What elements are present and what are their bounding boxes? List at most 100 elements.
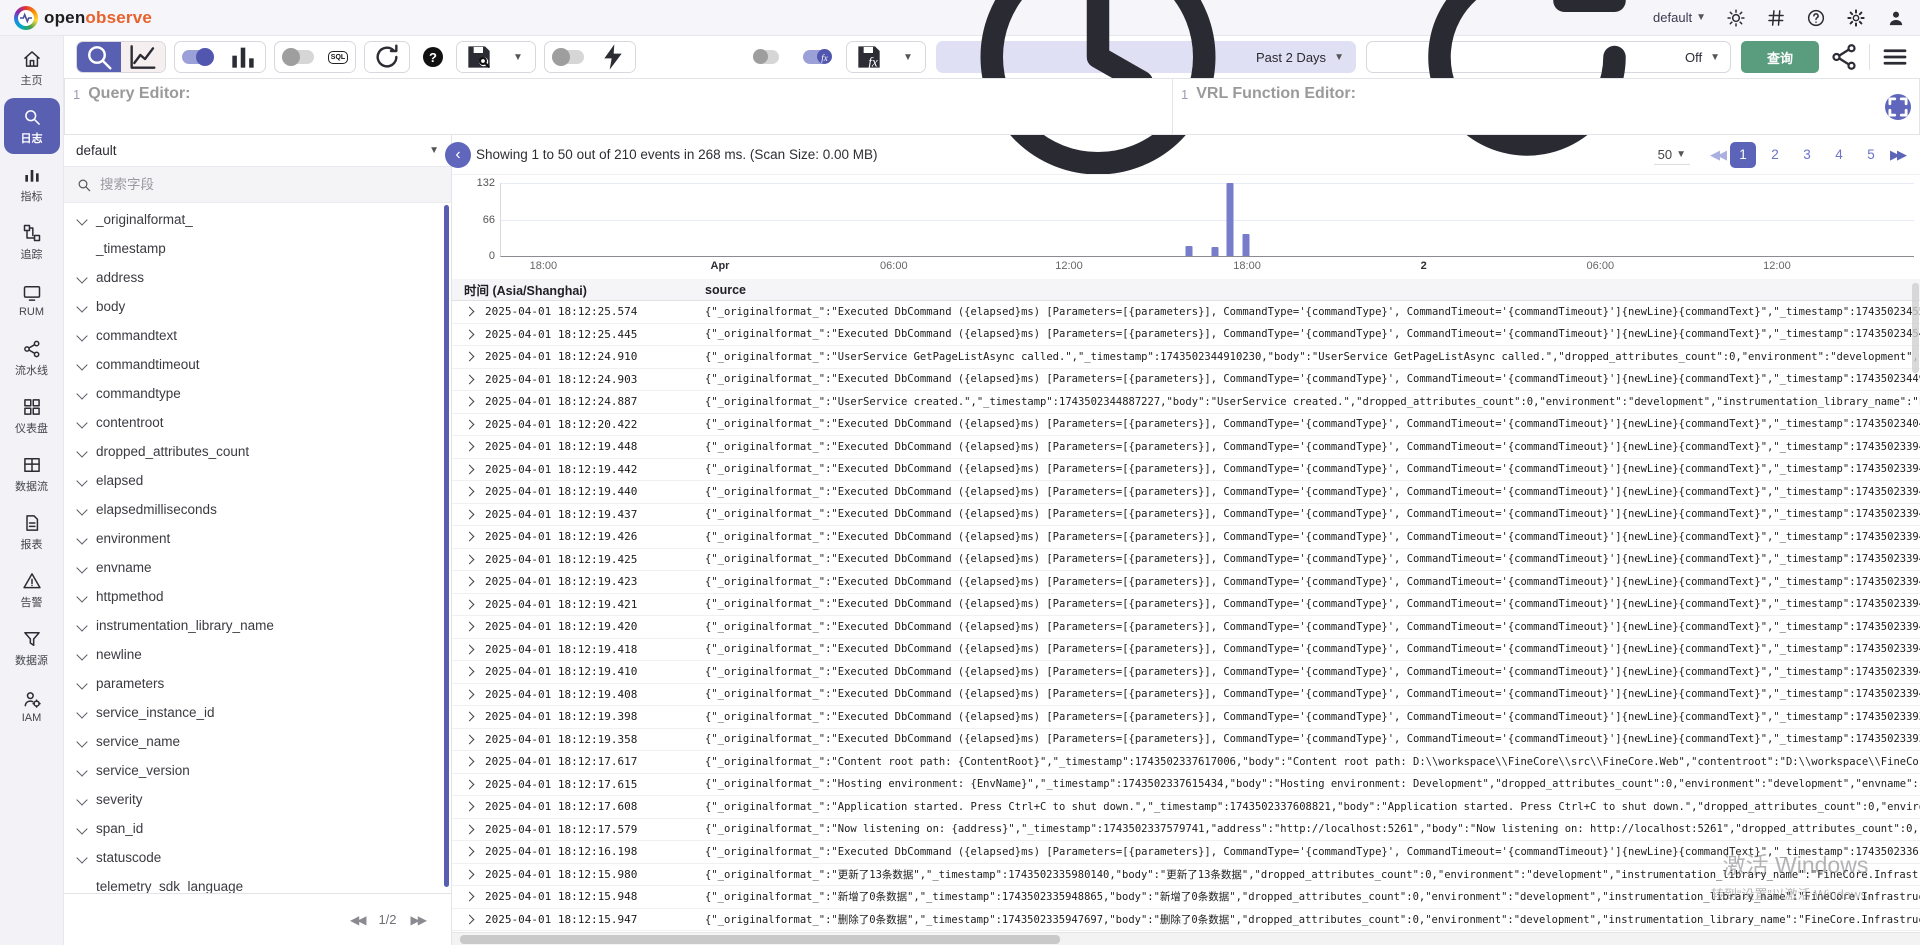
sidebar-item[interactable]: 报表: [4, 504, 60, 560]
table-row[interactable]: 2025-04-01 18:12:19.437 {"_originalforma…: [452, 504, 1920, 527]
sidebar-item[interactable]: 仪表盘: [4, 388, 60, 444]
table-row[interactable]: 2025-04-01 18:12:20.422 {"_originalforma…: [452, 414, 1920, 437]
query-help-icon[interactable]: ?: [418, 41, 448, 73]
collapse-fields-button[interactable]: ‹: [445, 142, 471, 168]
table-row[interactable]: 2025-04-01 18:12:19.420 {"_originalforma…: [452, 616, 1920, 639]
field-item[interactable]: severity: [64, 785, 451, 814]
sidebar-item[interactable]: 数据源: [4, 620, 60, 676]
table-row[interactable]: 2025-04-01 18:12:17.617 {"_originalforma…: [452, 751, 1920, 774]
expand-row-icon[interactable]: [465, 734, 475, 744]
account-icon[interactable]: [1886, 8, 1906, 28]
expand-row-icon[interactable]: [465, 689, 475, 699]
expand-row-icon[interactable]: [465, 667, 475, 677]
histogram-bar[interactable]: [1212, 247, 1219, 256]
field-item[interactable]: parameters: [64, 669, 451, 698]
per-page-selector[interactable]: 50▼: [1654, 145, 1690, 165]
field-item[interactable]: elapsedmilliseconds: [64, 495, 451, 524]
field-item[interactable]: newline: [64, 640, 451, 669]
save-function-button[interactable]: fx: [847, 41, 891, 73]
table-row[interactable]: 2025-04-01 18:12:15.980 {"_originalforma…: [452, 864, 1920, 887]
expand-row-icon[interactable]: [465, 307, 475, 317]
page-number-button[interactable]: 4: [1826, 142, 1852, 168]
expand-row-icon[interactable]: [465, 802, 475, 812]
table-row[interactable]: 2025-04-01 18:12:19.418 {"_originalforma…: [452, 639, 1920, 662]
expand-row-icon[interactable]: [465, 352, 475, 362]
histogram-bar[interactable]: [1227, 183, 1234, 256]
sidebar-item[interactable]: 日志: [4, 98, 60, 154]
histogram-plot[interactable]: 06613218:00Apr06:0012:0018:00206:0012:00: [500, 183, 1914, 257]
table-row[interactable]: 2025-04-01 18:12:19.440 {"_originalforma…: [452, 481, 1920, 504]
expand-row-icon[interactable]: [465, 712, 475, 722]
table-row[interactable]: 2025-04-01 18:12:24.887 {"_originalforma…: [452, 391, 1920, 414]
expand-editor-button[interactable]: [1885, 94, 1911, 120]
saved-search-dropdown[interactable]: ▼: [501, 41, 535, 73]
page-number-button[interactable]: 3: [1794, 142, 1820, 168]
next-page-button[interactable]: ▶▶: [1890, 147, 1904, 163]
table-row[interactable]: 2025-04-01 18:12:25.574 {"_originalforma…: [452, 301, 1920, 324]
table-row[interactable]: 2025-04-01 18:12:15.947 {"_originalforma…: [452, 909, 1920, 932]
expand-row-icon[interactable]: [465, 622, 475, 632]
field-item[interactable]: _originalformat_: [64, 205, 451, 234]
expand-row-icon[interactable]: [465, 892, 475, 902]
saved-function-dropdown[interactable]: ▼: [891, 41, 925, 73]
page-number-button[interactable]: 2: [1762, 142, 1788, 168]
settings-gear-icon[interactable]: [1846, 8, 1866, 28]
field-item[interactable]: elapsed: [64, 466, 451, 495]
expand-row-icon[interactable]: [465, 914, 475, 924]
table-row[interactable]: 2025-04-01 18:12:19.423 {"_originalforma…: [452, 571, 1920, 594]
column-header-source[interactable]: source: [705, 283, 1920, 297]
expand-row-icon[interactable]: [465, 644, 475, 654]
reset-filters-icon[interactable]: [365, 41, 409, 73]
field-item[interactable]: service_name: [64, 727, 451, 756]
expand-row-icon[interactable]: [465, 757, 475, 767]
expand-row-icon[interactable]: [465, 599, 475, 609]
vertical-scrollbar[interactable]: [1912, 283, 1919, 373]
field-item[interactable]: dropped_attributes_count: [64, 437, 451, 466]
wrap-lines-toggle[interactable]: [753, 50, 779, 64]
horizontal-scrollbar[interactable]: [452, 932, 1920, 945]
sidebar-item[interactable]: 指标: [4, 156, 60, 212]
expand-row-icon[interactable]: [465, 442, 475, 452]
expand-row-icon[interactable]: [465, 419, 475, 429]
run-query-button[interactable]: 查询: [1741, 41, 1819, 73]
sidebar-item[interactable]: 告警: [4, 562, 60, 618]
sidebar-item[interactable]: 流水线: [4, 330, 60, 386]
sidebar-item[interactable]: 主页: [4, 40, 60, 96]
table-row[interactable]: 2025-04-01 18:12:17.579 {"_originalforma…: [452, 819, 1920, 842]
field-item[interactable]: span_id: [64, 814, 451, 843]
field-item[interactable]: instrumentation_library_name: [64, 611, 451, 640]
table-row[interactable]: 2025-04-01 18:12:19.358 {"_originalforma…: [452, 729, 1920, 752]
vrl-function-editor[interactable]: 1 VRL Function Editor:: [1172, 78, 1920, 135]
field-item[interactable]: commandtext: [64, 321, 451, 350]
search-mode-button[interactable]: [77, 41, 121, 73]
expand-row-icon[interactable]: [465, 869, 475, 879]
expand-row-icon[interactable]: [465, 509, 475, 519]
table-row[interactable]: 2025-04-01 18:12:17.615 {"_originalforma…: [452, 774, 1920, 797]
save-search-button[interactable]: [457, 41, 501, 73]
expand-row-icon[interactable]: [465, 464, 475, 474]
table-row[interactable]: 2025-04-01 18:12:15.948 {"_originalforma…: [452, 886, 1920, 909]
field-item[interactable]: envname: [64, 553, 451, 582]
fields-next-page-icon[interactable]: ▶▶: [411, 913, 425, 927]
field-item[interactable]: address: [64, 263, 451, 292]
table-row[interactable]: 2025-04-01 18:12:19.426 {"_originalforma…: [452, 526, 1920, 549]
quick-mode-toggle[interactable]: [552, 50, 584, 64]
table-row[interactable]: 2025-04-01 18:12:19.408 {"_originalforma…: [452, 684, 1920, 707]
field-search-input[interactable]: [100, 177, 439, 192]
field-item[interactable]: httpmethod: [64, 582, 451, 611]
expand-row-icon[interactable]: [465, 824, 475, 834]
field-item[interactable]: environment: [64, 524, 451, 553]
field-item[interactable]: commandtimeout: [64, 350, 451, 379]
help-icon[interactable]: [1806, 8, 1826, 28]
table-row[interactable]: 2025-04-01 18:12:19.442 {"_originalforma…: [452, 459, 1920, 482]
table-row[interactable]: 2025-04-01 18:12:19.398 {"_originalforma…: [452, 706, 1920, 729]
expand-row-icon[interactable]: [465, 577, 475, 587]
field-item[interactable]: statuscode: [64, 843, 451, 872]
histogram-bar[interactable]: [1186, 246, 1193, 256]
field-item[interactable]: commandtype: [64, 379, 451, 408]
expand-row-icon[interactable]: [465, 329, 475, 339]
histogram-toggle[interactable]: [182, 50, 214, 64]
sidebar-item[interactable]: IAM: [4, 678, 60, 734]
table-row[interactable]: 2025-04-01 18:12:19.410 {"_originalforma…: [452, 661, 1920, 684]
visualize-mode-button[interactable]: [121, 41, 165, 73]
